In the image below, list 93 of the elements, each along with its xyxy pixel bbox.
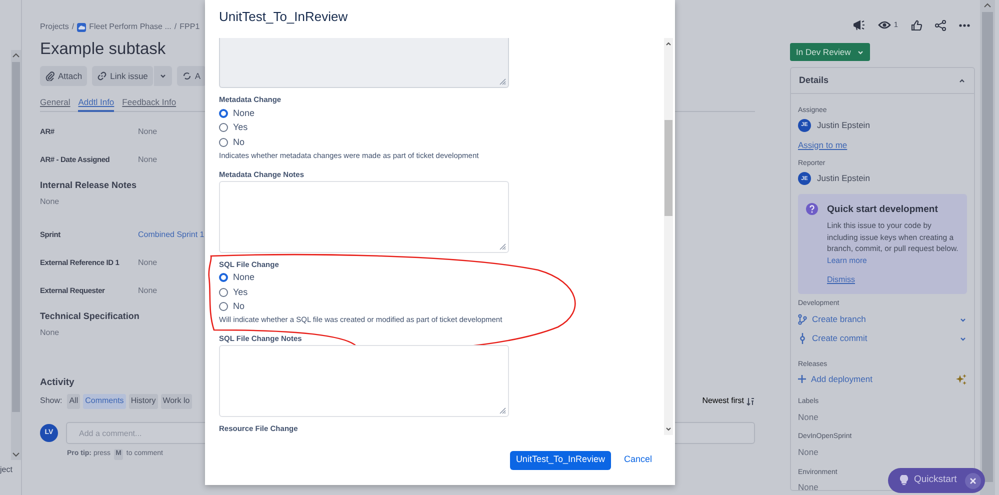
scrollbar[interactable] [664,38,673,435]
sidebar-text[interactable]: ject [0,464,12,476]
radio-label: Yes [233,121,248,134]
filter-button[interactable]: Work lo [160,394,192,408]
share-icon[interactable] [935,20,946,30]
lightbulb-icon [900,475,908,486]
tab[interactable]: Addtl Info [78,94,114,112]
caret-icon [856,48,864,56]
chevron-down-icon[interactable] [959,316,967,324]
dismiss-link[interactable]: Dismiss [827,274,855,286]
more-icon[interactable] [959,24,970,26]
status-button[interactable]: In Dev Review [790,43,870,61]
sparkle-icon[interactable] [956,374,967,384]
field-heading: Technical Specification [40,310,140,323]
person-name: Justin Epstein [817,172,870,186]
field-link[interactable]: Combined Sprint 1 [138,229,204,241]
dialog-title: UnitTest_To_InReview [218,8,349,26]
development-link[interactable]: Create branch [812,313,866,326]
chevron-down-icon[interactable] [959,334,967,342]
branch-icon [798,314,807,325]
help-icon [806,202,818,215]
info-title: Quick start development [827,202,939,217]
radio-button[interactable] [219,138,228,147]
breadcrumb-link[interactable]: Projects [40,21,69,33]
section-heading: Activity [40,376,76,390]
breadcrumb-link[interactable]: FPP1 [180,21,200,33]
tab[interactable]: General [40,94,70,112]
link-icon [97,71,108,81]
field-value: None [798,410,820,424]
field-value: None [40,196,60,208]
radio-option[interactable]: Yes [219,285,665,300]
breadcrumb-separator: / [72,21,74,33]
project-icon [77,22,86,32]
radio-button[interactable] [219,288,228,297]
radio-option[interactable]: No [219,135,665,150]
chevron-up-icon[interactable] [958,76,966,84]
thumbs-up-icon[interactable] [911,20,922,30]
radio-option[interactable]: None [219,106,665,120]
resize-grip-icon[interactable] [499,407,506,414]
field-value: None [798,481,820,494]
link-issue-button[interactable]: Link issue [92,66,153,86]
field-value: None [138,285,158,297]
issue-title: Example subtask [40,39,167,60]
scrollbar[interactable] [11,50,21,460]
field-value: None [40,327,60,339]
toolbar-button[interactable]: A [176,66,206,86]
field-heading: Internal Release Notes [40,179,137,192]
field-value: None [138,257,158,269]
assign-link[interactable]: Assign to me [798,138,848,152]
field-value: None [798,446,820,458]
panel-title: Details [799,74,829,87]
cycle-icon [182,71,192,81]
radio-button[interactable] [219,108,228,118]
radio-button[interactable] [219,123,228,132]
radio-label: No [233,300,245,313]
field-value: None [138,126,158,138]
radio-label: None [233,271,255,284]
attach-button[interactable]: Attach [40,66,88,86]
caret-icon [158,72,167,80]
close-button[interactable] [965,472,981,488]
filter-button[interactable]: All [67,394,80,408]
breadcrumb-link[interactable]: Fleet Perform Phase ... [89,21,172,33]
filter-button[interactable]: Comments [83,394,126,408]
radio-label: No [233,136,245,148]
quickstart-button[interactable]: Quickstart [888,468,985,493]
megaphone-icon[interactable] [852,19,865,31]
sort-button[interactable]: Newest first [702,395,755,407]
resize-grip-icon[interactable] [499,78,506,85]
radio-option[interactable]: No [219,300,665,314]
radio-button[interactable] [219,302,228,312]
radio-label: Yes [233,286,248,298]
scrollbar[interactable] [980,0,995,495]
commit-icon [798,333,807,344]
radio-option[interactable]: None [219,270,665,285]
person-name: Justin Epstein [817,119,870,132]
radio-option[interactable]: Yes [219,120,665,135]
paperclip-icon [45,71,55,81]
close-icon [970,478,976,484]
plus-icon [798,375,806,383]
field-value: None [138,154,158,166]
filter-button[interactable]: History [128,394,158,408]
submit-button[interactable]: UnitTest_To_InReview [510,450,611,470]
show-label: Show: [40,395,62,407]
breadcrumb-separator: / [174,21,177,33]
resize-grip-icon[interactable] [499,242,506,250]
sort-icon [746,396,755,406]
tab[interactable]: Feedback Info [122,94,176,112]
eye-icon[interactable] [878,20,891,30]
cancel-button[interactable]: Cancel [624,453,652,467]
development-link[interactable]: Create commit [812,332,868,345]
add-deployment-link[interactable]: Add deployment [811,372,872,386]
radio-label: None [233,106,255,120]
radio-button[interactable] [219,273,228,282]
